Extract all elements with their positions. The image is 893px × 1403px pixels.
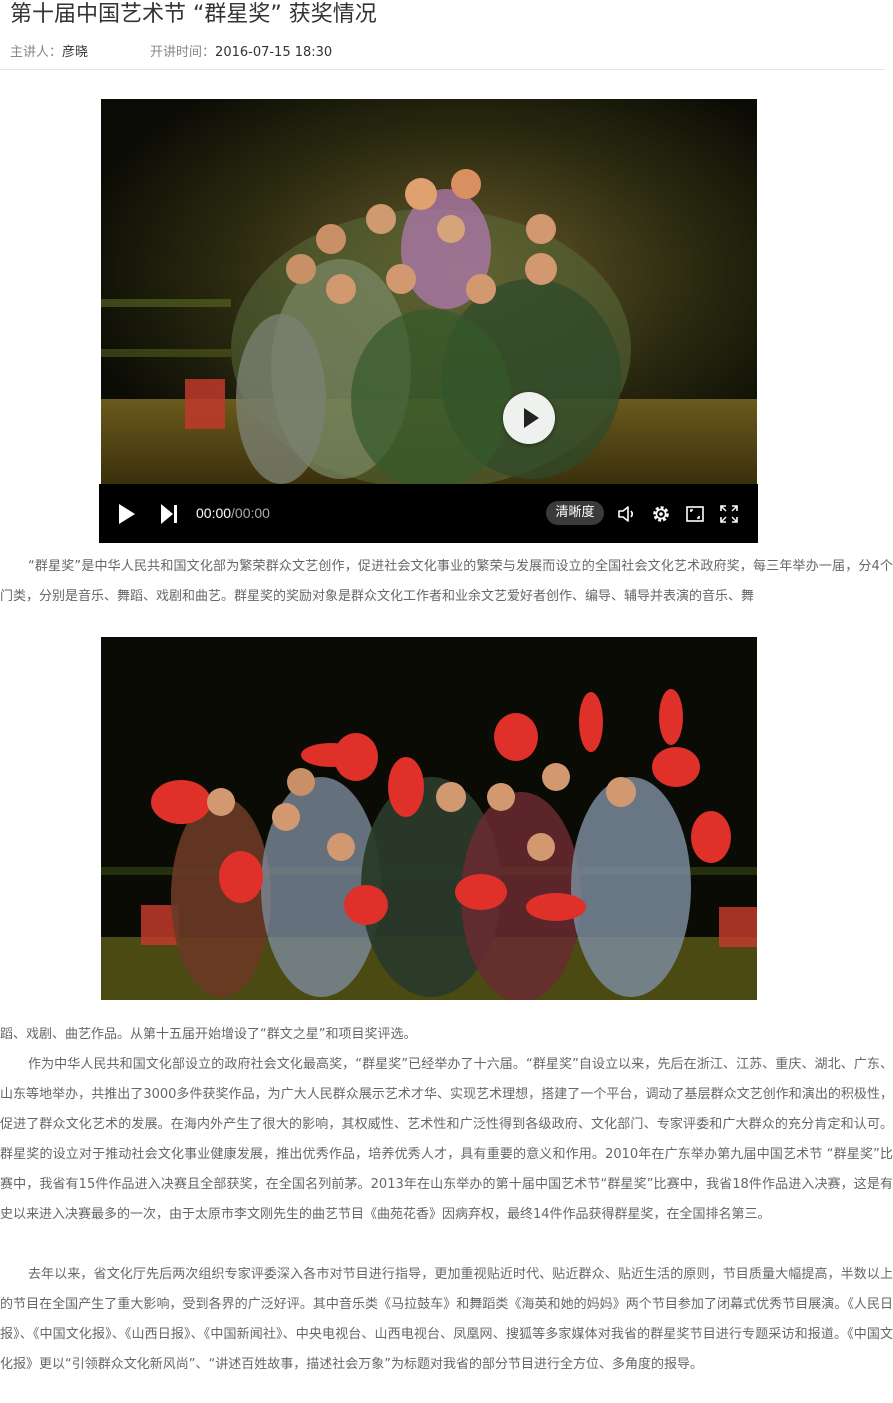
duration: /00:00 — [231, 505, 270, 521]
video-poster[interactable] — [101, 99, 757, 484]
presenter-label: 主讲人： — [10, 45, 63, 60]
fan-dance-photo — [101, 637, 757, 1000]
title-divider — [0, 69, 885, 70]
paragraph-history: 作为中华人民共和国文化部设立的政府社会文化最高奖，“群星奖”已经举办了十六届。“… — [0, 1057, 893, 1222]
stage-performance-photo — [101, 99, 757, 484]
paragraph-recent: 去年以来，省文化厅先后两次组织专家评委深入各市对节目进行指导，更加重视贴近时代、… — [0, 1267, 893, 1372]
fan-dance-image — [101, 637, 757, 1000]
video-controls: 00:00/00:00 清晰度 — [99, 484, 758, 543]
volume-icon[interactable] — [616, 503, 638, 525]
presenter-name: 彦晓 — [62, 45, 89, 60]
fullscreen-icon[interactable] — [718, 503, 740, 525]
play-icon[interactable] — [119, 504, 135, 524]
paragraph-intro-continued: 蹈、戏剧、曲艺作品。从第十五届开始增设了“群文之星”和项目奖评选。 — [0, 1027, 417, 1042]
settings-icon[interactable] — [650, 503, 672, 525]
paragraph-intro: “群星奖”是中华人民共和国文化部为繁荣群众文艺创作，促进社会文化事业的繁荣与发展… — [0, 559, 893, 604]
article-title: 第十届中国艺术节 “群星奖” 获奖情况 — [10, 2, 377, 27]
article-meta: 主讲人：彦晓 开讲时间：2016-07-15 18:30 — [10, 44, 332, 62]
current-time: 00:00 — [196, 505, 232, 521]
time-display: 00:00/00:00 — [196, 504, 270, 522]
lecture-time: 2016-07-15 18:30 — [215, 45, 333, 60]
big-play-icon[interactable] — [503, 392, 555, 444]
window-icon[interactable] — [684, 503, 706, 525]
quality-button[interactable]: 清晰度 — [546, 501, 604, 525]
time-label: 开讲时间： — [150, 45, 216, 60]
next-icon[interactable] — [161, 504, 177, 524]
